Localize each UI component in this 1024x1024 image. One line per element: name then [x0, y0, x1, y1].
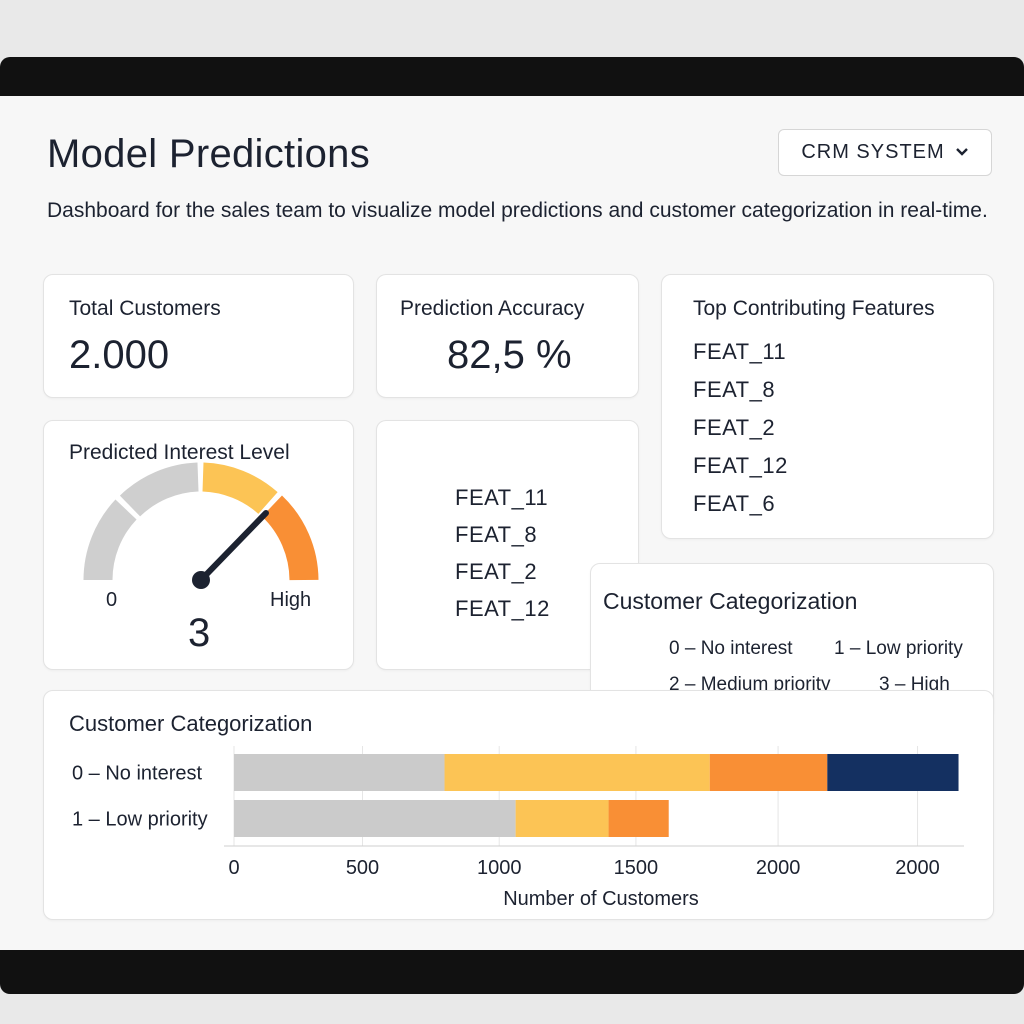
- gauge-pivot: [192, 571, 210, 589]
- feature-item: FEAT_11: [455, 485, 549, 510]
- middle-features-list: FEAT_11 FEAT_8 FEAT_2 FEAT_12: [455, 485, 550, 633]
- top-features-card: Top Contributing Features FEAT_11 FEAT_8…: [661, 274, 994, 539]
- gauge-max-label: High: [270, 589, 312, 611]
- feature-item: FEAT_8: [455, 522, 538, 547]
- bar-segment: [608, 800, 669, 837]
- categorization-legend-title: Customer Categorization: [603, 588, 858, 614]
- device-bezel-top: [0, 57, 1024, 97]
- prediction-accuracy-value: 82,5 %: [447, 333, 572, 377]
- crm-system-label: CRM SYSTEM: [801, 141, 945, 163]
- prediction-accuracy-card: Prediction Accuracy 82,5 %: [376, 274, 639, 398]
- bar-segment: [515, 800, 609, 837]
- dashboard-screen: Model Predictions CRM SYSTEM Dashboard f…: [0, 96, 1024, 951]
- gauge-segment-1: [119, 462, 200, 517]
- crm-system-dropdown[interactable]: CRM SYSTEM: [778, 129, 992, 176]
- bar-segment: [827, 754, 959, 791]
- page-title: Model Predictions: [47, 132, 371, 176]
- x-tick-label: 0: [228, 857, 239, 879]
- top-features-list: FEAT_11 FEAT_8 FEAT_2 FEAT_12 FEAT_6: [693, 339, 788, 529]
- gauge-segment-3: [261, 495, 319, 581]
- gauge-needle: [198, 510, 269, 583]
- feature-item: FEAT_2: [455, 559, 538, 584]
- categorization-bar-chart: 0 – No interest 1 – Low priority 0 500 1000 1…: [72, 746, 964, 910]
- feature-item: FEAT_6: [693, 491, 776, 516]
- legend-entry: 0 – No interest: [669, 638, 793, 659]
- gauge-value: 3: [188, 611, 211, 655]
- x-tick-label: 1500: [614, 857, 659, 879]
- feature-item: FEAT_11: [693, 339, 787, 364]
- device-bezel-bottom: [0, 950, 1024, 994]
- prediction-accuracy-label: Prediction Accuracy: [400, 297, 585, 320]
- feature-item: FEAT_12: [693, 453, 788, 478]
- page-subtitle: Dashboard for the sales team to visualiz…: [47, 199, 988, 222]
- y-tick-label: 1 – Low priority: [72, 809, 208, 831]
- x-tick-label: 1000: [477, 857, 522, 879]
- x-tick-label: 500: [346, 857, 379, 879]
- y-tick-label: 0 – No interest: [72, 763, 203, 785]
- total-customers-value: 2.000: [69, 333, 170, 377]
- bar-segment: [234, 800, 516, 837]
- gauge-min-label: 0: [106, 589, 118, 611]
- categorization-chart-card: Customer Categorization 0 – No interest 1…: [43, 690, 994, 920]
- chevron-down-icon: [955, 144, 969, 162]
- x-tick-label: 2000: [756, 857, 801, 879]
- bar-segment: [234, 754, 445, 791]
- feature-item: FEAT_8: [693, 377, 776, 402]
- top-features-label: Top Contributing Features: [693, 297, 935, 320]
- gauge-segment-2: [202, 462, 278, 515]
- feature-item: FEAT_2: [693, 415, 776, 440]
- bar-segment: [444, 754, 710, 791]
- x-axis-label: Number of Customers: [503, 888, 699, 910]
- feature-item: FEAT_12: [455, 596, 550, 621]
- total-customers-label: Total Customers: [69, 297, 221, 320]
- bar-segment: [709, 754, 828, 791]
- total-customers-card: Total Customers 2.000: [43, 274, 354, 398]
- interest-level-card: Predicted Interest Level 0 High 3: [43, 420, 354, 670]
- legend-entry: 1 – Low priority: [834, 638, 963, 659]
- gauge-segment-0: [83, 499, 137, 581]
- x-tick-label: 2000: [895, 857, 940, 879]
